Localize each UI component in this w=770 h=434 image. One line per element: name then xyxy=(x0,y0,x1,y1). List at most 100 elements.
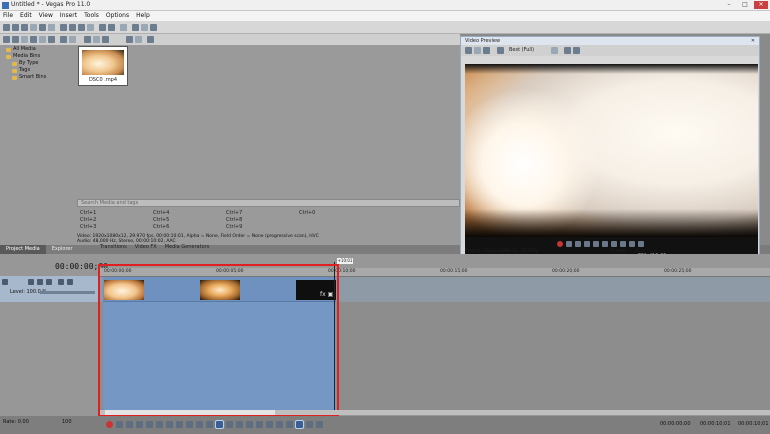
stop-icon[interactable] xyxy=(156,421,163,428)
tree-item-all-media[interactable]: All Media xyxy=(6,46,66,53)
composite-mode-icon[interactable] xyxy=(46,279,52,285)
zoom-edit-icon[interactable] xyxy=(226,421,233,428)
media-fx-icon[interactable] xyxy=(30,36,37,43)
new-project-icon[interactable] xyxy=(3,24,10,31)
timeline-scroll-thumb[interactable] xyxy=(105,410,275,415)
mute-icon[interactable] xyxy=(58,279,64,285)
open-icon[interactable] xyxy=(12,24,19,31)
track-fx-icon[interactable] xyxy=(37,279,43,285)
media-search-input[interactable]: Search Media and tags xyxy=(77,199,460,207)
record-icon[interactable] xyxy=(557,241,563,247)
menu-view[interactable]: View xyxy=(39,11,53,21)
track-level-slider[interactable] xyxy=(40,291,95,294)
stop-icon[interactable] xyxy=(602,241,608,247)
tag-slot[interactable]: Ctrl+4 xyxy=(153,210,226,217)
save-as-icon[interactable] xyxy=(30,24,37,31)
filter-icon[interactable] xyxy=(135,36,142,43)
preview-quality-select[interactable]: Best (Full) xyxy=(509,47,534,53)
tag-slot[interactable]: Ctrl+6 xyxy=(153,224,226,231)
tab-transitions[interactable]: Transitions xyxy=(100,244,127,250)
envelope-tool-icon[interactable] xyxy=(141,24,148,31)
tag-slot[interactable] xyxy=(299,217,372,224)
track-motion-icon[interactable] xyxy=(28,279,34,285)
region-icon[interactable] xyxy=(286,421,293,428)
list-view-icon[interactable] xyxy=(102,36,109,43)
play-from-start-icon[interactable] xyxy=(575,241,581,247)
normal-edit-tool-icon[interactable] xyxy=(132,24,139,31)
import-media-icon[interactable] xyxy=(3,36,10,43)
go-to-start-icon[interactable] xyxy=(611,241,617,247)
render-icon[interactable] xyxy=(39,24,46,31)
trim-start-icon[interactable] xyxy=(246,421,253,428)
delete-media-icon[interactable] xyxy=(60,36,67,43)
media-properties-icon[interactable] xyxy=(48,36,55,43)
play-from-start-icon[interactable] xyxy=(126,421,133,428)
menu-tools[interactable]: Tools xyxy=(84,11,99,21)
menu-help[interactable]: Help xyxy=(136,11,150,21)
maximize-button[interactable]: □ xyxy=(738,1,752,9)
marker-icon[interactable] xyxy=(276,421,283,428)
menu-insert[interactable]: Insert xyxy=(60,11,77,21)
pause-icon[interactable] xyxy=(593,241,599,247)
properties-icon[interactable] xyxy=(48,24,55,31)
minimize-button[interactable]: – xyxy=(722,1,736,9)
redo-icon[interactable] xyxy=(108,24,115,31)
preview-close-button[interactable]: ✕ xyxy=(750,38,756,44)
tag-slot[interactable]: Ctrl+8 xyxy=(226,217,299,224)
auto-ripple-icon[interactable] xyxy=(295,420,304,429)
help-media-icon[interactable] xyxy=(147,36,154,43)
play-icon[interactable] xyxy=(136,421,143,428)
next-frame-icon[interactable] xyxy=(196,421,203,428)
preview-properties-icon[interactable] xyxy=(465,47,472,54)
remove-media-icon[interactable] xyxy=(39,36,46,43)
tree-item-media-bins[interactable]: Media Bins xyxy=(6,53,66,60)
tag-slot[interactable]: Ctrl+2 xyxy=(80,217,153,224)
cut-icon[interactable] xyxy=(60,24,67,31)
snapping-icon[interactable] xyxy=(120,24,127,31)
loop-region-marker[interactable]: +10:01 xyxy=(337,258,353,264)
pause-icon[interactable] xyxy=(146,421,153,428)
search-icon[interactable] xyxy=(126,36,133,43)
tab-explorer[interactable]: Explorer xyxy=(46,245,79,254)
tab-project-media[interactable]: Project Media xyxy=(0,245,46,254)
tag-slot[interactable]: Ctrl+1 xyxy=(80,210,153,217)
loop-icon[interactable] xyxy=(566,241,572,247)
media-item-thumbnail[interactable]: DSC0 .mp4 xyxy=(78,46,128,86)
help-icon[interactable] xyxy=(150,24,157,31)
tree-item-smart-bins[interactable]: Smart Bins xyxy=(6,74,66,81)
tag-slot[interactable]: Ctrl+7 xyxy=(226,210,299,217)
tag-slot[interactable]: Ctrl+9 xyxy=(226,224,299,231)
overlays-icon[interactable] xyxy=(551,47,558,54)
capture-icon[interactable] xyxy=(12,36,19,43)
copy-icon[interactable] xyxy=(69,24,76,31)
crossfade-icon[interactable] xyxy=(316,421,323,428)
preview-quality-icon[interactable] xyxy=(497,47,504,54)
details-view-icon[interactable] xyxy=(93,36,100,43)
views-icon[interactable] xyxy=(69,36,76,43)
playback-rate[interactable]: Rate: 0.00 xyxy=(3,419,29,425)
paste-icon[interactable] xyxy=(78,24,85,31)
ripple-mode-icon[interactable] xyxy=(306,421,313,428)
tag-slot[interactable] xyxy=(299,224,372,231)
tree-item-by-type[interactable]: By Type xyxy=(6,60,66,67)
menu-edit[interactable]: Edit xyxy=(20,11,32,21)
preview-device-icon[interactable] xyxy=(474,47,481,54)
go-to-start-icon[interactable] xyxy=(166,421,173,428)
delete-icon[interactable] xyxy=(87,24,94,31)
normal-edit-icon[interactable] xyxy=(206,421,213,428)
trim-end-icon[interactable] xyxy=(256,421,263,428)
copy-snapshot-icon[interactable] xyxy=(564,47,571,54)
play-icon[interactable] xyxy=(584,241,590,247)
save-snapshot-icon[interactable] xyxy=(573,47,580,54)
close-button[interactable]: ✕ xyxy=(754,1,768,9)
menu-options[interactable]: Options xyxy=(106,11,129,21)
undo-icon[interactable] xyxy=(99,24,106,31)
tab-video-fx[interactable]: Video FX xyxy=(135,244,157,250)
tag-slot[interactable]: Ctrl+3 xyxy=(80,224,153,231)
tag-slot[interactable]: Ctrl+5 xyxy=(153,217,226,224)
split-screen-icon[interactable] xyxy=(483,47,490,54)
next-frame-icon[interactable] xyxy=(638,241,644,247)
split-icon[interactable] xyxy=(236,421,243,428)
go-to-end-icon[interactable] xyxy=(620,241,626,247)
tag-slot[interactable]: Ctrl+0 xyxy=(299,210,372,217)
